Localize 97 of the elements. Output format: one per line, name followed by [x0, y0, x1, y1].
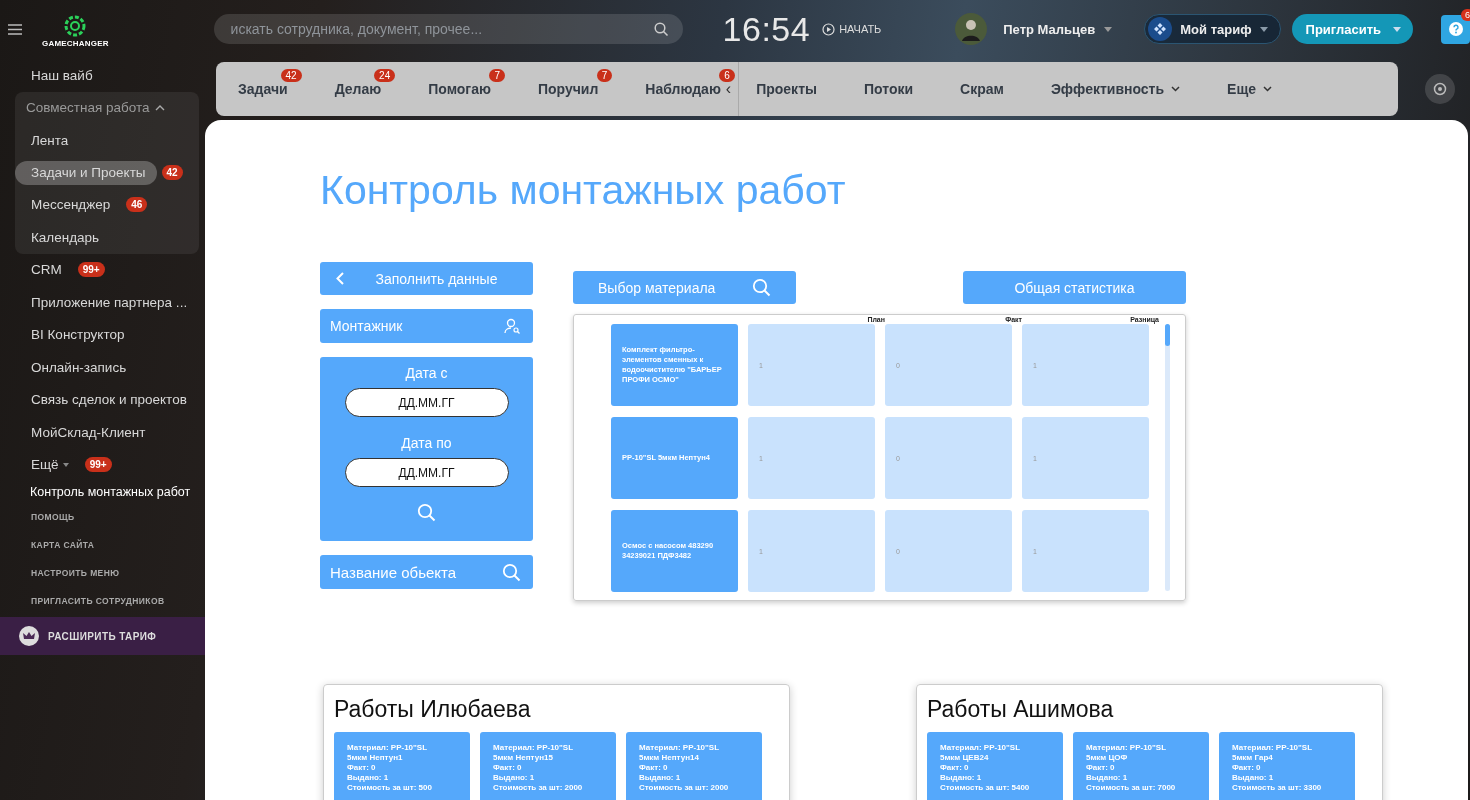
- chevron-icon: [1171, 86, 1181, 92]
- object-search-field[interactable]: Название обьекта: [320, 555, 533, 589]
- fact-text: Факт: 0: [1232, 763, 1262, 773]
- count-badge: 42: [280, 69, 302, 82]
- back-icon: [336, 272, 344, 285]
- issued-text: Выдано: 1: [639, 773, 682, 783]
- fact-text: Факт: 0: [639, 763, 669, 773]
- sidebar-item[interactable]: CRM: [20, 253, 73, 286]
- scrollbar[interactable]: [1165, 324, 1170, 591]
- count-badge: 46: [126, 197, 148, 213]
- sidebar-item[interactable]: Задачи и Проекты: [15, 160, 157, 185]
- sidebar-item[interactable]: Онлайн-запись: [20, 351, 138, 384]
- sidebar-item[interactable]: Мессенджер: [20, 188, 122, 221]
- count-badge: 42: [161, 165, 183, 180]
- sidebar-link[interactable]: ПОМОЩЬ: [20, 503, 75, 531]
- fact-text: Факт: 0: [493, 763, 523, 773]
- caret-icon: [1104, 26, 1113, 32]
- sidebar-item[interactable]: Наш вайб: [20, 59, 104, 92]
- sidebar-item[interactable]: Связь сделок и проектов: [20, 383, 198, 416]
- menu-icon[interactable]: [8, 23, 22, 35]
- count-badge: 6: [719, 69, 735, 82]
- logo-icon: [64, 14, 87, 37]
- crown-icon: [19, 626, 39, 646]
- chevron-icon: [1263, 86, 1273, 92]
- material-text: Материал: PP-10"SL 5мкм Нептун14: [639, 743, 720, 763]
- cost-text: Стоимость за шт: 500: [347, 783, 433, 793]
- count-badge: 7: [596, 69, 613, 82]
- panel-title: Работы Илюбаева: [334, 695, 532, 723]
- tab[interactable]: Потоки: [863, 74, 914, 104]
- issued-text: Выдано: 1: [1086, 773, 1129, 783]
- material-text: Материал: PP-10"SL 5мкм ЦЕВ24: [940, 743, 1021, 763]
- avatar[interactable]: [955, 13, 988, 45]
- sidebar-item[interactable]: Календарь: [20, 221, 111, 254]
- fact-text: Факт: 0: [940, 763, 970, 773]
- cost-text: Стоимость за шт: 2000: [493, 783, 584, 793]
- count-badge: 24: [374, 69, 396, 82]
- search-icon: [502, 563, 521, 582]
- cost-text: Стоимость за шт: 2000: [639, 783, 730, 793]
- help-button[interactable]: [1441, 14, 1470, 44]
- sidebar-item[interactable]: Приложение партнера ...: [20, 286, 199, 319]
- sidebar-link[interactable]: КАРТА САЙТА: [20, 531, 95, 559]
- sidebar-link[interactable]: ПРИГЛАСИТЬ СОТРУДНИКОВ: [20, 587, 165, 615]
- cost-text: Стоимость за шт: 5400: [940, 783, 1031, 793]
- search-icon: [653, 22, 669, 37]
- panel-title: Работы Ашимова: [927, 695, 1115, 723]
- material-text: Материал: PP-10"SL 5мкм Нептун15: [493, 743, 574, 763]
- help-icon: [1448, 22, 1463, 36]
- field-label: Дата с: [405, 365, 448, 382]
- tab[interactable]: Эффективность: [1050, 74, 1181, 104]
- user-icon: [503, 317, 521, 335]
- sidebar-item[interactable]: Ещё: [20, 448, 80, 481]
- search-icon: [752, 278, 771, 297]
- issued-text: Выдано: 1: [1232, 773, 1275, 783]
- notification-badge: 6: [1461, 8, 1470, 21]
- start-button[interactable]: НАЧАТЬ: [822, 22, 882, 36]
- sidebar-link[interactable]: НАСТРОИТЬ МЕНЮ: [20, 559, 120, 587]
- tariff-button[interactable]: Мой тариф: [1144, 14, 1281, 44]
- play-icon: [822, 22, 836, 36]
- sidebar-item[interactable]: Контроль монтажных работ: [20, 481, 202, 503]
- field-label: Дата по: [401, 435, 452, 452]
- sidebar-item[interactable]: Лента: [20, 124, 80, 157]
- issued-text: Выдано: 1: [493, 773, 536, 783]
- caret-icon: [1259, 26, 1268, 32]
- count-badge: 7: [489, 69, 505, 82]
- cost-text: Стоимость за шт: 7000: [1086, 783, 1177, 793]
- issued-text: Выдано: 1: [940, 773, 983, 783]
- material-text: Материал: PP-10"SL 5мкм ЦОФ: [1086, 743, 1167, 763]
- collapse-button[interactable]: ‹: [725, 80, 732, 98]
- material-text: Материал: PP-10"SL 5мкм Нептун1: [347, 743, 428, 763]
- date-field[interactable]: ДД.ММ.ГГ: [344, 388, 509, 417]
- tab[interactable]: Наблюдаю: [645, 74, 721, 104]
- tab[interactable]: Еще: [1227, 74, 1273, 104]
- material-text: Материал: PP-10"SL 5мкм Гар4: [1232, 743, 1313, 763]
- sync-icon: [1433, 82, 1447, 96]
- page-title: Контроль монтажных работ: [320, 166, 847, 215]
- caret-icon: [1393, 26, 1401, 32]
- issued-text: Выдано: 1: [347, 773, 390, 783]
- tab[interactable]: Помогаю: [428, 74, 491, 104]
- count-badge: 99+: [77, 262, 105, 278]
- clock: 16:54: [722, 9, 811, 49]
- sync-button[interactable]: [1425, 74, 1455, 104]
- cost-text: Стоимость за шт: 3300: [1232, 783, 1323, 793]
- sidebar-item[interactable]: МойСклад-Клиент: [20, 416, 157, 449]
- fact-text: Факт: 0: [1086, 763, 1116, 773]
- sidebar-item[interactable]: BI Конструктор: [20, 318, 136, 351]
- tab[interactable]: Поручил: [537, 74, 599, 104]
- installer-field[interactable]: Монтажник: [320, 309, 533, 343]
- user-menu[interactable]: Петр Мальцев: [1003, 21, 1113, 37]
- date-field[interactable]: ДД.ММ.ГГ: [344, 458, 509, 487]
- fact-text: Факт: 0: [347, 763, 377, 773]
- logo-text: GAMECHANGER: [42, 38, 109, 48]
- caret-icon: [62, 462, 69, 467]
- tab[interactable]: Скрам: [960, 74, 1004, 104]
- tab[interactable]: Проекты: [756, 74, 817, 104]
- count-badge: 99+: [84, 457, 112, 473]
- sidebar-group-header[interactable]: Совместная работа: [15, 91, 199, 124]
- upgrade-button[interactable]: РАСШИРИТЬ ТАРИФ: [0, 617, 205, 655]
